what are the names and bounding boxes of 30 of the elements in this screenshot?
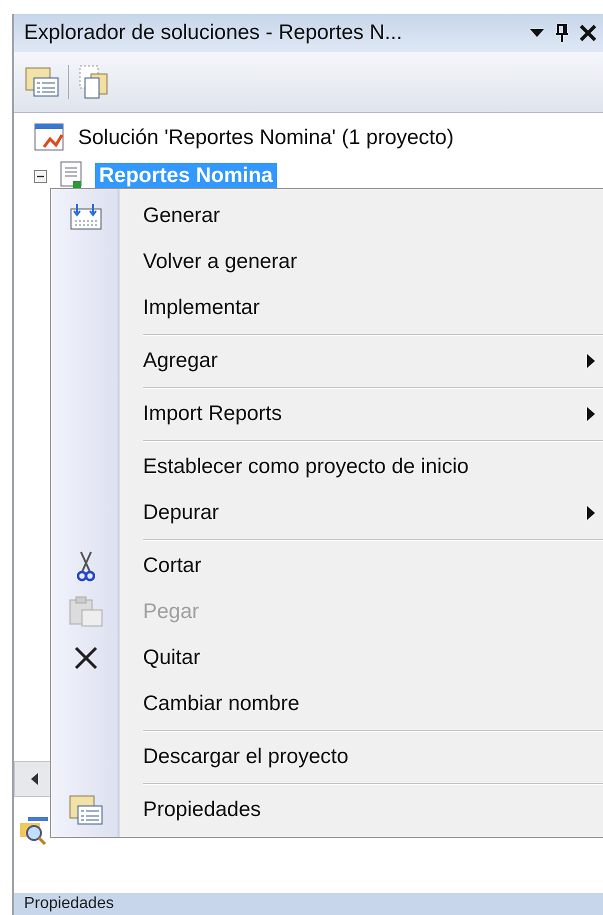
- menu-item[interactable]: Generar: [51, 193, 603, 239]
- folder-search-icon[interactable]: [18, 815, 50, 847]
- submenu-arrow-icon: [587, 506, 595, 520]
- menu-item[interactable]: Cambiar nombre: [51, 681, 603, 727]
- left-arrow-icon: [31, 773, 39, 785]
- pin-icon[interactable]: [555, 23, 569, 43]
- menu-item[interactable]: Descargar el proyecto: [51, 734, 603, 780]
- properties-icon: [68, 794, 104, 826]
- menu-item[interactable]: Implementar: [51, 285, 603, 331]
- menu-item[interactable]: Volver a generar: [51, 239, 603, 285]
- close-icon[interactable]: [579, 24, 597, 42]
- build-icon: [69, 201, 103, 231]
- menu-item[interactable]: Agregar: [51, 338, 603, 384]
- clipboard-icon: [68, 596, 104, 628]
- menu-item[interactable]: Depurar: [51, 490, 603, 536]
- scissors-icon: [77, 550, 95, 582]
- menu-item[interactable]: Import Reports: [51, 391, 603, 437]
- submenu-arrow-icon: [587, 354, 595, 368]
- dropdown-icon[interactable]: [529, 28, 545, 38]
- panel-title: Explorador de soluciones - Reportes N...: [24, 21, 404, 45]
- collapse-toggle[interactable]: [34, 170, 47, 182]
- menu-item[interactable]: Quitar: [51, 635, 603, 681]
- tree-item[interactable]: Solución 'Reportes Nomina' (1 proyecto): [74, 125, 458, 151]
- panel-title: Propiedades: [24, 895, 114, 913]
- menu-item[interactable]: Propiedades: [51, 787, 603, 833]
- menu-item[interactable]: Cortar: [51, 543, 603, 589]
- submenu-arrow-icon: [587, 407, 595, 421]
- menu-item[interactable]: Establecer como proyecto de inicio: [51, 444, 603, 490]
- delete-icon: [73, 645, 99, 671]
- solution-icon: [34, 123, 66, 153]
